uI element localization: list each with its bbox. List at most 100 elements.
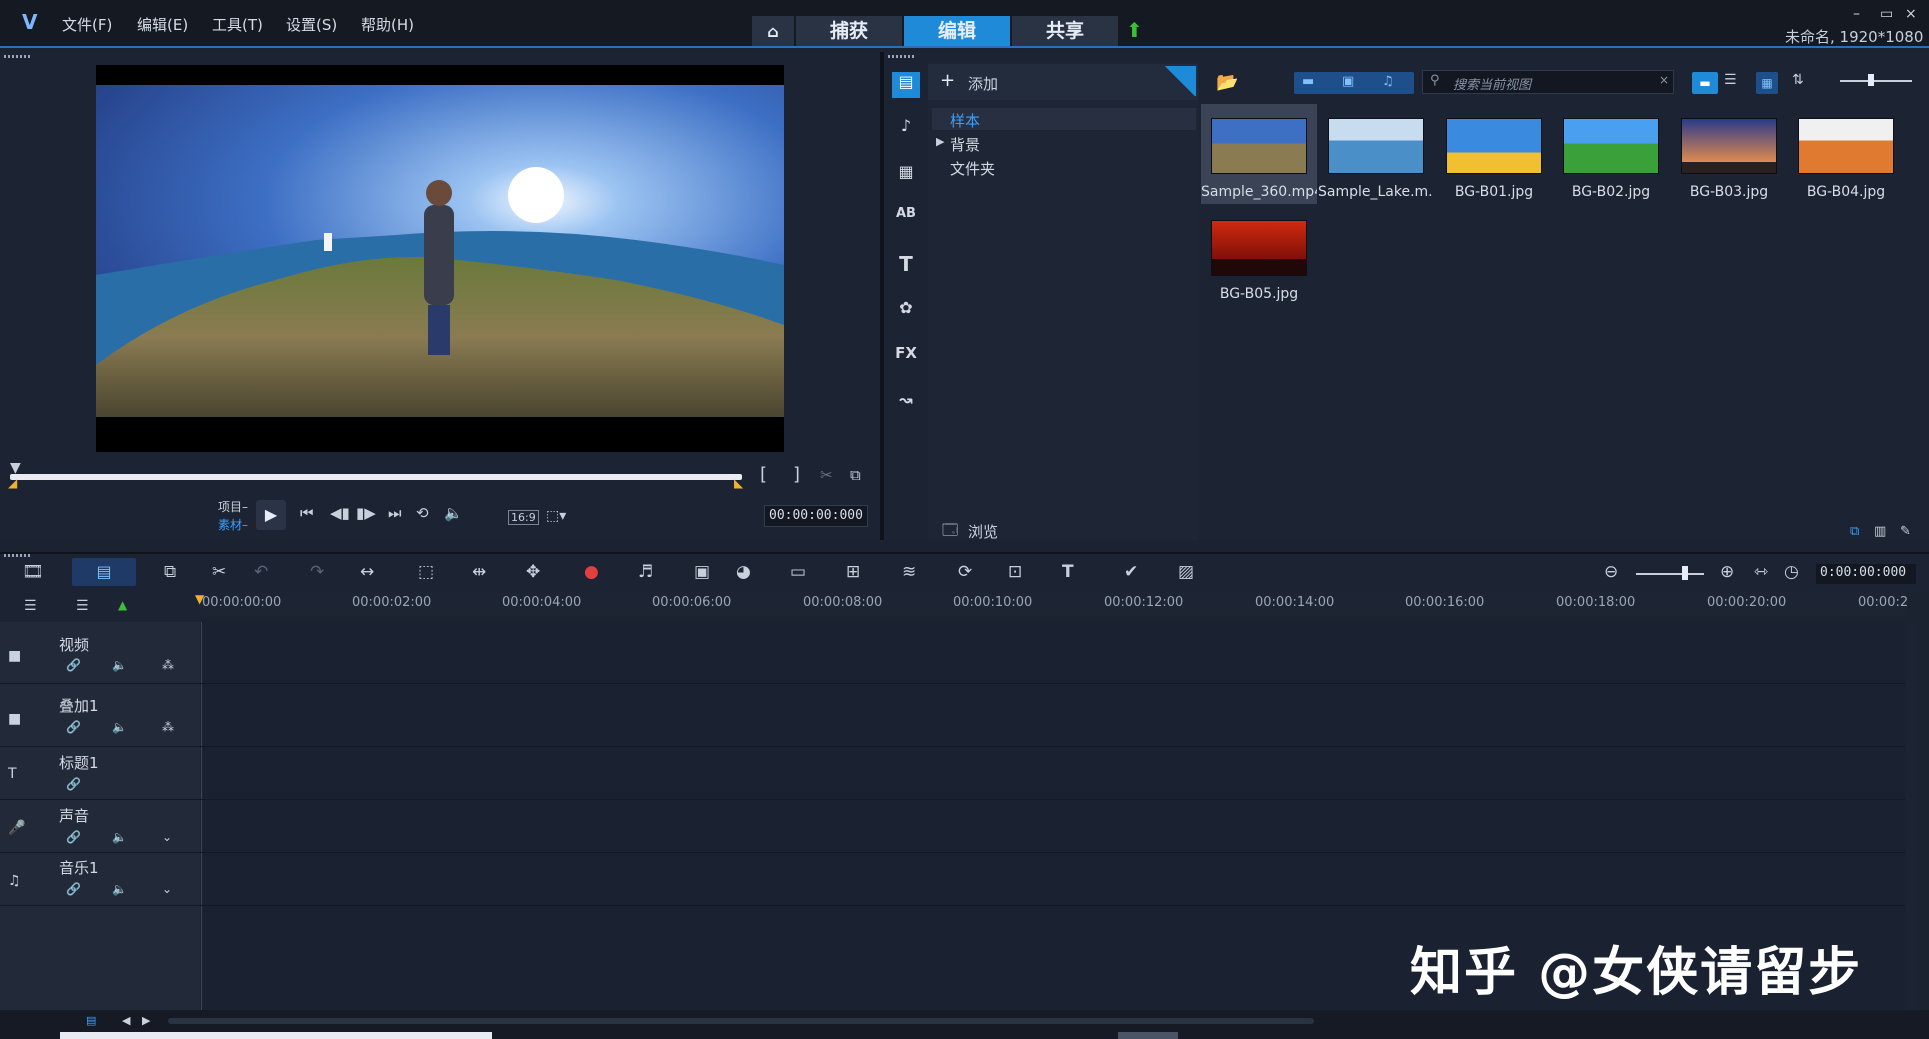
track-name-title[interactable]: 标题1	[59, 752, 99, 773]
add-folder-icon[interactable]: +	[940, 70, 955, 91]
vertical-scrollbar[interactable]	[1906, 622, 1918, 1010]
timeline-view-icon[interactable]: ▤	[72, 558, 136, 586]
library-panel-toggle-icon[interactable]: ⧉	[1850, 524, 1859, 539]
redo-icon[interactable]: ↷	[310, 562, 324, 582]
track-name-overlay[interactable]: 叠加1	[59, 695, 99, 716]
upload-arrow-icon[interactable]: ⬆	[1126, 18, 1143, 42]
media-item[interactable]: BG-B04.jpg	[1788, 104, 1904, 204]
tab-share[interactable]: 共享	[1012, 16, 1118, 46]
ripple-icon[interactable]: ⁂	[162, 720, 174, 734]
trim-out-marker[interactable]: ◣	[734, 476, 743, 490]
fit-width-icon[interactable]: ↔	[360, 562, 374, 582]
end-clip-button[interactable]: ⏭	[388, 504, 402, 522]
timeline-nav-icon[interactable]: ▤	[86, 1014, 96, 1027]
repeat-button[interactable]: ⟲	[416, 504, 429, 522]
add-track-icon[interactable]: ☰	[76, 598, 89, 614]
menu-settings[interactable]: 设置(S)	[286, 14, 337, 35]
chapter-icon[interactable]: ✔	[1124, 562, 1138, 582]
filter-fx-icon[interactable]: FX	[892, 344, 920, 370]
horizontal-scrollbar[interactable]	[168, 1018, 1314, 1024]
mode-clip-label[interactable]: 素材–	[218, 516, 248, 533]
sort-icon[interactable]: ⇅	[1792, 72, 1804, 88]
tab-edit[interactable]: 编辑	[904, 16, 1010, 46]
next-frame-button[interactable]: ▮▶	[356, 504, 376, 522]
link-icon[interactable]: 🔗	[66, 658, 81, 672]
view-grid-icon[interactable]: ▦	[1756, 72, 1778, 94]
zoom-in-icon[interactable]: ⊕	[1720, 562, 1734, 582]
search-input[interactable]: 搜索当前视图	[1422, 70, 1674, 94]
split-screen-icon[interactable]: ⇹	[472, 562, 486, 582]
browse-icon[interactable]: 🗔	[942, 520, 958, 545]
prev-frame-button[interactable]: ◀▮	[330, 504, 350, 522]
panel-grip[interactable]	[4, 554, 32, 557]
media-item[interactable]: BG-B02.jpg	[1553, 104, 1669, 204]
media-item[interactable]: Sample_Lake.m...	[1318, 104, 1434, 204]
track-name-voice[interactable]: 声音	[59, 805, 89, 826]
player-timecode[interactable]: 00:00:00:000	[764, 505, 868, 527]
folder-folder[interactable]: 文件夹	[950, 158, 995, 179]
expand-icon[interactable]: ⌄	[162, 882, 172, 896]
view-thumbnail-icon[interactable]: ▬	[1692, 72, 1718, 94]
track-manager-icon[interactable]: ☰	[24, 598, 37, 614]
folder-backgrounds[interactable]: 背景	[950, 134, 980, 155]
restore-button[interactable]: ▭	[1880, 6, 1893, 22]
tab-capture[interactable]: 捕获	[796, 16, 902, 46]
zoom-slider[interactable]	[1636, 573, 1704, 575]
media-item[interactable]: BG-B03.jpg	[1671, 104, 1787, 204]
expand-arrow-icon[interactable]: ▶	[936, 135, 944, 148]
playhead-marker[interactable]: ▼	[195, 592, 204, 606]
mask-icon[interactable]: ◕	[736, 562, 751, 582]
close-button[interactable]: ×	[1905, 6, 1917, 22]
options-icon[interactable]: ✎	[1900, 524, 1911, 539]
storyboard-view-icon[interactable]: 🎞	[22, 562, 44, 582]
enlarge-preview-icon[interactable]: ⧉	[850, 466, 861, 484]
track-name-music[interactable]: 音乐1	[59, 857, 99, 878]
scroll-right-icon[interactable]: ▶	[142, 1014, 150, 1027]
media-item[interactable]: Sample_360.mp4	[1201, 104, 1317, 204]
filter-music-icon[interactable]: ♫	[1382, 74, 1394, 89]
text-template-icon[interactable]: AB	[892, 206, 920, 232]
expand-icon[interactable]: ⌄	[162, 830, 172, 844]
layout-icon[interactable]: ▥	[1874, 524, 1886, 539]
time-remap-icon[interactable]: ⟳	[958, 562, 972, 582]
zoom-out-icon[interactable]: ⊖	[1604, 562, 1618, 582]
mark-out-button[interactable]: ]	[793, 464, 800, 485]
speed-icon[interactable]: ≋	[902, 562, 916, 582]
graphics-icon[interactable]: ✿	[892, 298, 920, 324]
media-library-icon[interactable]: ▤	[892, 72, 920, 98]
browse-button[interactable]: 浏览	[968, 521, 998, 542]
transition-icon[interactable]: ▦	[892, 162, 920, 188]
link-icon[interactable]: 🔗	[66, 777, 81, 791]
multicam-icon[interactable]: ▣	[694, 562, 710, 582]
undo-icon[interactable]: ↶	[254, 562, 268, 582]
pin-panel-icon[interactable]	[1164, 66, 1196, 96]
menu-file[interactable]: 文件(F)	[62, 14, 112, 35]
title-icon[interactable]: T	[892, 252, 920, 278]
link-icon[interactable]: 🔗	[66, 720, 81, 734]
clear-search-icon[interactable]: ×	[1659, 73, 1669, 87]
panel-grip[interactable]	[4, 55, 32, 58]
menu-tools[interactable]: 工具(T)	[212, 14, 263, 35]
mode-project-label[interactable]: 项目–	[218, 498, 248, 515]
filter-photo-icon[interactable]: ▣	[1342, 74, 1354, 89]
add-folder-button[interactable]: 添加	[968, 73, 998, 94]
motion-track-icon[interactable]: ✥	[526, 562, 540, 582]
split-icon[interactable]: ⊞	[846, 562, 860, 582]
tools-icon[interactable]: ✂	[212, 562, 226, 582]
timeline-ruler[interactable]	[200, 592, 1905, 616]
color-grade-icon[interactable]: ●	[584, 562, 599, 582]
fit-project-icon[interactable]: ⇿	[1754, 562, 1768, 582]
crop-tool-icon[interactable]: ⬚▾	[546, 508, 566, 524]
media-item[interactable]: BG-B05.jpg	[1201, 206, 1317, 306]
play-button[interactable]: ▶	[256, 500, 286, 530]
copy-icon[interactable]: ⧉	[164, 562, 176, 582]
mute-icon[interactable]: 🔈	[112, 658, 127, 672]
instant-project-icon[interactable]: ♪	[892, 116, 920, 142]
import-media-icon[interactable]: 📂	[1216, 72, 1238, 93]
panel-grip[interactable]	[888, 55, 916, 58]
home-clip-button[interactable]: ⏮	[300, 504, 314, 522]
view-list-icon[interactable]: ☰	[1724, 72, 1737, 88]
filter-video-icon[interactable]: ▬	[1302, 74, 1314, 89]
aspect-ratio-button[interactable]: 16:9	[508, 510, 539, 525]
mark-in-button[interactable]: [	[760, 464, 767, 485]
